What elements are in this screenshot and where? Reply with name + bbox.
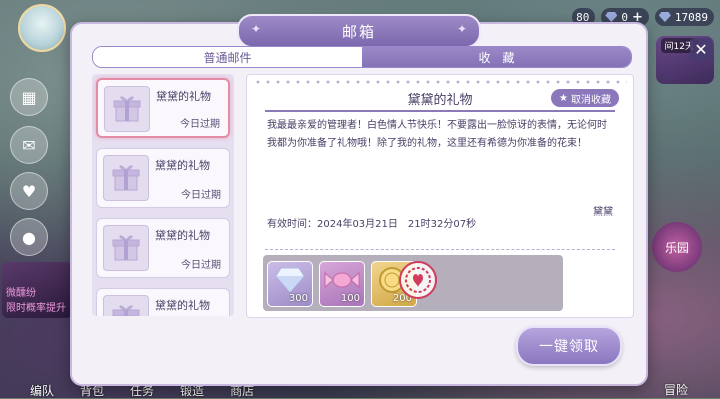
gift-thumbnail <box>103 225 149 271</box>
modal-title-bar: ✦ 邮箱 ✦ <box>237 14 481 48</box>
limited-banner-title: 微醺纷 <box>6 288 36 299</box>
close-icon: ✕ <box>694 39 708 59</box>
reward-item[interactable]: 100 <box>319 261 365 307</box>
close-button[interactable]: ✕ <box>690 38 712 60</box>
unfavorite-button[interactable]: ★ 取消收藏 <box>551 89 619 107</box>
gift-icon <box>113 96 141 122</box>
mail-expire: 今日过期 <box>181 260 221 271</box>
validity-time: 有效时间：2024年03月21日 21时32分07秒 <box>267 219 477 230</box>
divider <box>265 249 615 250</box>
gift-thumbnail <box>103 155 149 201</box>
tab-normal-mail[interactable]: 普通邮件 <box>93 47 362 67</box>
mailbox-modal: ✦ 邮箱 ✦ ✕ 普通邮件 收 藏 黛黛的礼物 今日过期 黛黛的礼物 今日过期 … <box>70 14 712 386</box>
diamond-icon <box>658 12 671 22</box>
divider <box>265 110 615 112</box>
reward-count: 100 <box>340 293 360 304</box>
mail-expire: 今日过期 <box>181 190 221 201</box>
nav-item-adventure[interactable]: 冒险 <box>664 381 688 398</box>
reward-item[interactable]: 300 <box>267 261 313 307</box>
mail-detail: 黛黛的礼物 ★ 取消收藏 我最最亲爱的管理者！白色情人节快乐！不要露出一脸惊讶的… <box>246 74 634 318</box>
mail-icon[interactable]: ✉ <box>10 126 48 164</box>
mail-title: 黛黛的礼物 <box>156 90 211 103</box>
paradise-button[interactable]: 乐园 <box>652 222 702 272</box>
reward-list: 300 100 200 <box>263 255 563 311</box>
mail-title: 黛黛的礼物 <box>155 229 210 242</box>
modal-title: 邮箱 <box>341 22 376 41</box>
reward-count: 300 <box>288 293 308 304</box>
mail-body: 我最最亲爱的管理者！白色情人节快乐！不要露出一脸惊讶的表情，无论何时我都为你准备… <box>267 120 607 149</box>
gift-icon <box>112 165 140 191</box>
gift-icon <box>112 235 140 261</box>
list-item[interactable]: 黛黛的礼物 今日过期 <box>96 148 230 208</box>
balloon-icon[interactable]: ● <box>10 218 48 256</box>
currency-pill-3: 17089 <box>654 8 714 26</box>
claimed-stamp-icon <box>399 261 437 299</box>
mail-list[interactable]: 黛黛的礼物 今日过期 黛黛的礼物 今日过期 黛黛的礼物 今日过期 黛黛的礼物 <box>92 74 234 316</box>
list-item[interactable]: 黛黛的礼物 今日过期 <box>96 78 230 138</box>
claim-all-button[interactable]: 一键领取 <box>516 326 622 366</box>
nav-item-team[interactable]: 编队 <box>30 382 54 398</box>
limited-banner-subtitle: 限时概率提升 <box>6 303 66 314</box>
paradise-label: 乐园 <box>664 240 689 255</box>
mail-title: 黛黛的礼物 <box>155 299 210 312</box>
mail-expire: 今日过期 <box>180 119 220 130</box>
decorative-dots <box>253 79 627 85</box>
star-icon: ★ <box>559 92 568 104</box>
gem-icon <box>605 12 618 22</box>
gift-thumbnail <box>104 86 150 132</box>
friends-icon[interactable]: ♥ <box>10 172 48 210</box>
gift-thumbnail <box>103 295 149 316</box>
sparkle-icon: ✦ <box>456 22 467 36</box>
unfavorite-label: 取消收藏 <box>571 94 611 106</box>
gift-icon <box>112 305 140 316</box>
sparkle-icon: ✦ <box>251 22 262 36</box>
menu-grid-icon[interactable]: ▦ <box>10 78 48 116</box>
list-item[interactable]: 黛黛的礼物 <box>96 288 230 316</box>
gem-value: 17089 <box>674 10 708 24</box>
list-item[interactable]: 黛黛的礼物 今日过期 <box>96 218 230 278</box>
tab-favorites[interactable]: 收 藏 <box>362 47 631 67</box>
player-avatar[interactable] <box>18 4 66 52</box>
mail-tabs: 普通邮件 收 藏 <box>92 46 632 68</box>
limited-banner[interactable]: 微醺纷 限时概率提升 <box>2 262 72 318</box>
mail-title: 黛黛的礼物 <box>155 159 210 172</box>
mail-sender: 黛黛 <box>593 207 613 218</box>
